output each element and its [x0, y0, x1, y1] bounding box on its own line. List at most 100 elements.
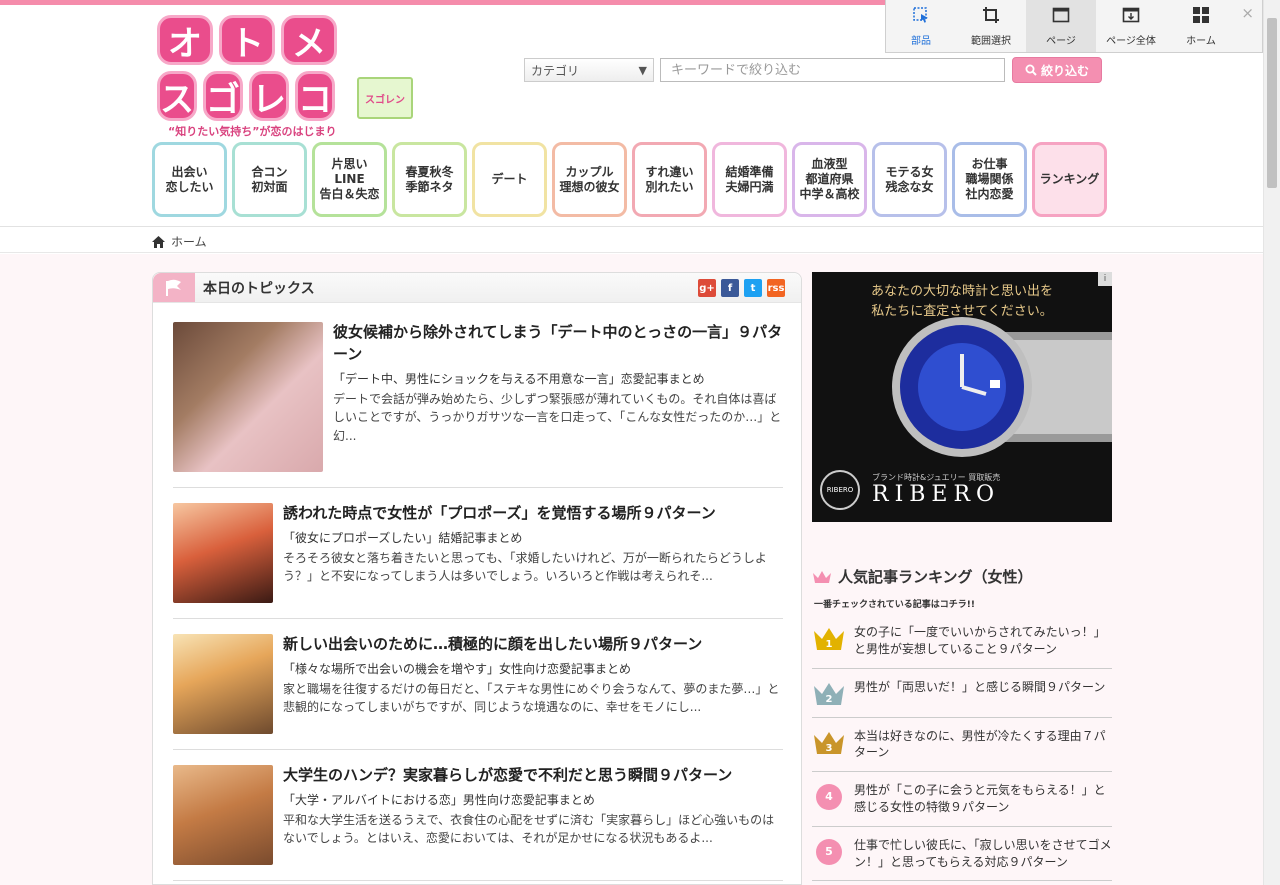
social-t-icon[interactable]: t: [744, 279, 762, 297]
ad-brand: RIBERO: [872, 482, 1001, 507]
category-nav-item[interactable]: デート: [472, 142, 547, 217]
ranking-item[interactable]: 5 仕事で忙しい彼氏に、「寂しい思いをさせてゴメン！」と思ってもらえる対応９パター…: [812, 827, 1112, 882]
category-nav-item[interactable]: すれ違い 別れたい: [632, 142, 707, 217]
filter-button-label: 絞り込む: [1040, 63, 1089, 78]
category-nav-item[interactable]: ランキング: [1032, 142, 1107, 217]
capture-btn-label: 部品: [911, 35, 931, 47]
category-nav-item[interactable]: 春夏秋冬 季節ネタ: [392, 142, 467, 217]
ranking-item[interactable]: 1 女の子に「一度でいいからされてみたいっ！」と男性が妄想していること９パターン: [812, 614, 1112, 669]
ranking-item-text[interactable]: 男性が「両思いだ！」と感じる瞬間９パターン: [854, 679, 1105, 707]
ranking-item-text[interactable]: 仕事で忙しい彼氏に、「寂しい思いをさせてゴメン！」と思ってもらえる対応９パターン: [854, 837, 1112, 871]
capture-btn-label: ホーム: [1186, 35, 1216, 47]
flag-icon: [153, 273, 195, 302]
category-select[interactable]: カテゴリ ▼: [524, 58, 654, 82]
filter-button[interactable]: 絞り込む: [1012, 57, 1102, 83]
home-icon: [152, 235, 165, 248]
capture-btn-1[interactable]: 範囲選択: [956, 0, 1026, 52]
logo-char: レ: [249, 71, 289, 121]
topics-header: 本日のトピックス g+ f t rss: [153, 273, 801, 303]
category-nav: 出会い 恋したい 合コン 初対面 片思い LINE 告白＆失恋 春夏秋冬 季節ネタ デー…: [152, 142, 1107, 217]
site-logo[interactable]: オ ト メ ス ゴ レ コ: [157, 15, 339, 123]
ranking-subtitle: 一番チェックされている記事はコチラ!!: [814, 600, 975, 610]
rank-crown-icon: 2: [814, 682, 844, 705]
breadcrumb: ホーム: [0, 228, 1263, 253]
rank-number: 4: [816, 784, 842, 811]
rank-number: 5: [816, 838, 842, 865]
rank-crown-icon: 3: [814, 731, 844, 754]
scrollbar-thumb[interactable]: [1267, 18, 1277, 188]
article-item[interactable]: 大学生のハンデ？実家暮らしが恋愛で不利だと思う瞬間９パターン 「大学・アルバイト…: [173, 765, 783, 881]
capture-btn-0[interactable]: 部品: [886, 0, 956, 52]
article-item[interactable]: 彼女候補から除外されてしまう「デート中のとっさの一言」９パターン 「デート中、男…: [173, 322, 783, 488]
category-nav-item[interactable]: 片思い LINE 告白＆失恋: [312, 142, 387, 217]
logo-char: ス: [157, 71, 197, 121]
article-description: 家と職場を往復するだけの毎日だと、「ステキな男性にめぐり会うなんて、夢のまた夢……: [283, 681, 780, 715]
category-nav-item[interactable]: 結婚準備 夫婦円満: [712, 142, 787, 217]
ranking-item-text[interactable]: 男性が「この子に会うと元気をもらえる！」と感じる女性の特徴９パターン: [854, 782, 1112, 816]
capture-btn-3[interactable]: ページ全体: [1096, 0, 1166, 52]
full-page-icon: [1122, 6, 1140, 32]
category-nav-item[interactable]: カップル 理想の彼女: [552, 142, 627, 217]
close-icon[interactable]: ×: [1241, 4, 1254, 22]
category-nav-item[interactable]: 血液型 都道府県 中学＆高校: [792, 142, 867, 217]
small-logo-badge[interactable]: スゴレン: [357, 77, 413, 119]
scrollbar[interactable]: [1263, 0, 1280, 885]
article-description: そろそろ彼女と落ち着きたいと思っても、「求婚したいけれど、万が一断られたらどうし…: [283, 550, 767, 584]
article-title[interactable]: 大学生のハンデ？実家暮らしが恋愛で不利だと思う瞬間９パターン: [283, 765, 783, 787]
article-description: 平和な大学生活を送るうえで、衣食住の心配をせずに済む「実家暮らし」ほど心強いもの…: [283, 812, 775, 846]
home-grid-icon: [1192, 6, 1210, 32]
article-category[interactable]: 「大学・アルバイトにおける恋」男性向け恋愛記事まとめ: [283, 791, 783, 808]
category-nav-item[interactable]: 出会い 恋したい: [152, 142, 227, 217]
social-share: g+ f t rss: [698, 279, 785, 297]
article-thumbnail[interactable]: [173, 503, 273, 603]
article-title[interactable]: 彼女候補から除外されてしまう「デート中のとっさの一言」９パターン: [333, 322, 783, 366]
topics-title: 本日のトピックス: [203, 280, 315, 297]
breadcrumb-home-link[interactable]: ホーム: [171, 233, 207, 250]
search-bar: カテゴリ ▼ 絞り込む: [524, 57, 1102, 83]
select-element-icon: [912, 6, 930, 32]
article-category[interactable]: 「彼女にプロポーズしたい」結婚記事まとめ: [283, 529, 783, 546]
watch-ad-banner[interactable]: あなたの大切な時計と思い出を 私たちに査定させてください。 ブランド時計&ジュエ…: [812, 272, 1112, 522]
ranking-item[interactable]: 4 男性が「この子に会うと元気をもらえる！」と感じる女性の特徴９パターン: [812, 772, 1112, 827]
article-thumbnail[interactable]: [173, 765, 273, 865]
category-select-value: カテゴリ: [531, 63, 580, 78]
ranking-item[interactable]: 2 男性が「両思いだ！」と感じる瞬間９パターン: [812, 669, 1112, 718]
ad-brand-badge: RIBERO: [820, 470, 860, 510]
article-title[interactable]: 誘われた時点で女性が「プロポーズ」を覚悟する場所９パターン: [283, 503, 783, 525]
ad-info-icon[interactable]: i: [1098, 272, 1112, 286]
logo-char: メ: [281, 15, 337, 65]
logo-char: コ: [295, 71, 335, 121]
keyword-input[interactable]: [660, 58, 1005, 82]
capture-btn-2[interactable]: ページ: [1026, 0, 1096, 52]
article-category[interactable]: 「様々な場所で出会いの機会を増やす」女性向け恋愛記事まとめ: [283, 660, 783, 677]
social-rss-icon[interactable]: rss: [767, 279, 785, 297]
search-icon: [1025, 64, 1037, 76]
social-f-icon[interactable]: f: [721, 279, 739, 297]
rank-number: 2: [826, 694, 833, 705]
article-title[interactable]: 新しい出会いのために…積極的に顔を出したい場所９パターン: [283, 634, 783, 656]
capture-btn-label: ページ: [1046, 35, 1076, 47]
social-g+-icon[interactable]: g+: [698, 279, 716, 297]
article-thumbnail[interactable]: [173, 322, 323, 472]
article-description: デートで会話が弾み始めたら、少しずつ緊張感が薄れていくもの。それ自体は喜ばしいこ…: [333, 391, 782, 443]
category-nav-item[interactable]: お仕事 職場関係 社内恋愛: [952, 142, 1027, 217]
article-thumbnail[interactable]: [173, 634, 273, 734]
caret-down-icon: ▼: [638, 63, 647, 77]
ranking-item-text[interactable]: 本当は好きなのに、男性が冷たくする理由７パターン: [854, 728, 1112, 762]
capture-toolbar: 部品 範囲選択 ページ ページ全体 ホーム ×: [885, 0, 1263, 53]
logo-char: オ: [157, 15, 213, 65]
ranking-title: 人気記事ランキング（女性）: [838, 568, 1033, 586]
article-item[interactable]: 新しい出会いのために…積極的に顔を出したい場所９パターン 「様々な場所で出会いの…: [173, 634, 783, 750]
ranking-item[interactable]: 3 本当は好きなのに、男性が冷たくする理由７パターン: [812, 718, 1112, 773]
capture-btn-label: 範囲選択: [971, 35, 1011, 47]
article-category[interactable]: 「デート中、男性にショックを与える不用意な一言」恋愛記事まとめ: [333, 370, 783, 387]
category-nav-item[interactable]: モテる女 残念な女: [872, 142, 947, 217]
rank-crown-icon: 1: [814, 628, 844, 650]
ranking-item-text[interactable]: 女の子に「一度でいいからされてみたいっ！」と男性が妄想していること９パターン: [854, 624, 1112, 658]
article-item[interactable]: 誘われた時点で女性が「プロポーズ」を覚悟する場所９パターン 「彼女にプロポーズし…: [173, 503, 783, 619]
crop-icon: [982, 6, 1000, 32]
capture-btn-4[interactable]: ホーム: [1166, 0, 1236, 52]
category-nav-item[interactable]: 合コン 初対面: [232, 142, 307, 217]
rank-number: 3: [826, 743, 833, 754]
logo-tagline: “知りたい気持ち”が恋のはじまり: [168, 125, 337, 138]
